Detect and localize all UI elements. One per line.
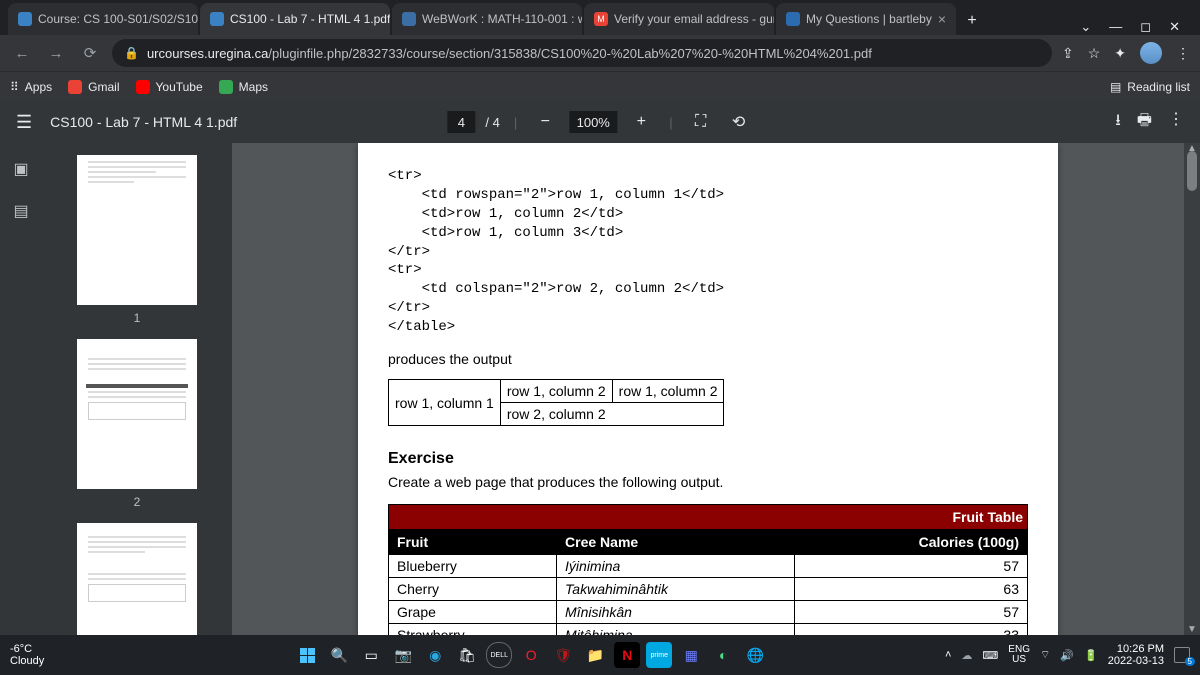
produces-text: produces the output xyxy=(388,351,1028,367)
share-icon[interactable]: ⇪ xyxy=(1062,45,1074,62)
profile-avatar[interactable] xyxy=(1140,42,1162,64)
apps-grid-icon: ⠿ xyxy=(10,80,19,94)
prime-icon[interactable]: prime xyxy=(646,642,672,668)
zoom-input[interactable] xyxy=(569,111,617,133)
left-rail: ▣ ▤ xyxy=(0,143,42,635)
bookmark-maps[interactable]: Maps xyxy=(219,80,268,94)
download-icon[interactable]: ⭳ xyxy=(1115,109,1121,136)
page-total: / 4 xyxy=(485,115,499,130)
star-icon[interactable]: ☆ xyxy=(1088,45,1101,62)
pdf-title: CS100 - Lab 7 - HTML 4 1.pdf xyxy=(50,114,237,130)
table-row: BlueberryIýinimina57 xyxy=(389,555,1028,578)
keyboard-icon[interactable]: ⌨ xyxy=(982,649,998,662)
explorer-icon[interactable]: 📁 xyxy=(582,642,608,668)
chrome-icon[interactable]: 🌐 xyxy=(742,642,768,668)
netflix-icon[interactable]: N xyxy=(614,642,640,668)
page-input[interactable] xyxy=(447,111,475,133)
print-icon[interactable]: 🖶 xyxy=(1137,109,1152,136)
pdf-page: <tr> <td rowspan="2">row 1, column 1</td… xyxy=(358,143,1058,635)
extensions-icon[interactable]: ✦ xyxy=(1114,45,1126,62)
dell-icon[interactable]: DELL xyxy=(486,642,512,668)
bookmark-youtube[interactable]: YouTube xyxy=(136,80,203,94)
app-icon-2[interactable]: ◐ xyxy=(710,642,736,668)
table-row: StrawberryMitêhimina33 xyxy=(389,624,1028,635)
thumbnail-panel[interactable]: 1 2 3 4 xyxy=(42,143,232,635)
tab-webwork[interactable]: WeBWorK : MATH-110-001 : wee× xyxy=(392,3,582,35)
clock[interactable]: 10:26 PM2022-03-13 xyxy=(1108,643,1164,667)
mcafee-icon[interactable]: 🛡 xyxy=(550,642,576,668)
task-view-icon[interactable]: ▭ xyxy=(358,642,384,668)
onedrive-icon[interactable]: ☁ xyxy=(961,649,972,662)
menu-icon[interactable]: ☰ xyxy=(16,112,32,133)
battery-icon[interactable]: 🔋 xyxy=(1084,649,1098,662)
apps-button[interactable]: ⠿Apps xyxy=(10,80,52,94)
pdf-viewer: ▣ ▤ 1 2 3 4 <tr> <td rowspan="2">row 1, … xyxy=(0,143,1200,635)
address-bar: ← → ⟳ 🔒 urcourses.uregina.ca/pluginfile.… xyxy=(0,35,1200,71)
volume-icon[interactable]: 🔊 xyxy=(1060,649,1074,662)
taskbar: -6°C Cloudy 🔍 ▭ 📷 ◉ 🛍 DELL O 🛡 📁 N prime… xyxy=(0,635,1200,675)
start-button[interactable] xyxy=(294,642,320,668)
code-block: <tr> <td rowspan="2">row 1, column 1</td… xyxy=(388,167,1028,337)
maximize-icon[interactable]: ◻ xyxy=(1140,19,1151,35)
app-icon[interactable]: ▦ xyxy=(678,642,704,668)
tab-bartleby[interactable]: My Questions | bartleby× xyxy=(776,3,956,35)
back-button[interactable]: ← xyxy=(10,45,34,62)
weather-widget[interactable]: -6°C Cloudy xyxy=(10,643,44,667)
tab-pdf[interactable]: CS100 - Lab 7 - HTML 4 1.pdf× xyxy=(200,3,390,35)
forward-button[interactable]: → xyxy=(44,45,68,62)
exercise-text: Create a web page that produces the foll… xyxy=(388,474,1028,490)
kebab-menu-icon[interactable]: ⋮ xyxy=(1176,45,1190,62)
pdf-toolbar: ☰ CS100 - Lab 7 - HTML 4 1.pdf / 4 | − +… xyxy=(0,101,1200,143)
fit-page-icon[interactable]: ⛶ xyxy=(687,108,715,136)
wifi-icon[interactable]: ⌔ xyxy=(1040,648,1050,662)
rotate-icon[interactable]: ⟲ xyxy=(725,108,753,136)
thumbnail-1[interactable] xyxy=(77,155,197,305)
outline-icon[interactable]: ▤ xyxy=(11,201,31,221)
new-tab-button[interactable]: + xyxy=(958,7,986,35)
table-row: GrapeMînisihkân57 xyxy=(389,601,1028,624)
browser-tab-strip: Course: CS 100-S01/S02/S10 (W× CS100 - L… xyxy=(0,0,1200,35)
search-icon[interactable]: 🔍 xyxy=(326,642,352,668)
thumbnails-icon[interactable]: ▣ xyxy=(11,159,31,179)
minimize-icon[interactable]: — xyxy=(1109,19,1122,35)
chevron-up-icon[interactable]: ˄ xyxy=(945,649,951,661)
fruit-table: Fruit Table FruitCree NameCalories (100g… xyxy=(388,504,1028,635)
bookmarks-bar: ⠿Apps Gmail YouTube Maps ▤Reading list xyxy=(0,71,1200,101)
list-icon: ▤ xyxy=(1110,80,1121,94)
page-area[interactable]: <tr> <td rowspan="2">row 1, column 1</td… xyxy=(232,143,1184,635)
thumbnail-2[interactable] xyxy=(77,339,197,489)
close-window-icon[interactable]: ✕ xyxy=(1169,19,1180,35)
table-row: CherryTakwahiminâhtik63 xyxy=(389,578,1028,601)
url-input[interactable]: 🔒 urcourses.uregina.ca/pluginfile.php/28… xyxy=(112,39,1052,67)
more-icon[interactable]: ⋮ xyxy=(1168,109,1184,136)
chevron-down-icon[interactable]: ⌄ xyxy=(1080,19,1091,35)
exercise-heading: Exercise xyxy=(388,450,1028,468)
thumbnail-3[interactable] xyxy=(77,523,197,635)
output-table: row 1, column 1row 1, column 2row 1, col… xyxy=(388,379,724,426)
zoom-out-button[interactable]: − xyxy=(531,108,559,136)
scrollbar[interactable]: ▲ ▼ xyxy=(1184,143,1200,635)
notifications-icon[interactable] xyxy=(1174,647,1190,663)
tab-course[interactable]: Course: CS 100-S01/S02/S10 (W× xyxy=(8,3,198,35)
reload-button[interactable]: ⟳ xyxy=(78,44,102,62)
opera-icon[interactable]: O xyxy=(518,642,544,668)
tab-verify-email[interactable]: MVerify your email address - gurn× xyxy=(584,3,774,35)
lock-icon: 🔒 xyxy=(124,46,139,60)
reading-list-button[interactable]: ▤Reading list xyxy=(1110,80,1190,94)
language-switcher[interactable]: ENGUS xyxy=(1008,645,1030,665)
close-icon[interactable]: × xyxy=(938,11,946,27)
edge-icon[interactable]: ◉ xyxy=(422,642,448,668)
bookmark-gmail[interactable]: Gmail xyxy=(68,80,119,94)
camera-icon[interactable]: 📷 xyxy=(390,642,416,668)
store-icon[interactable]: 🛍 xyxy=(454,642,480,668)
zoom-in-button[interactable]: + xyxy=(627,108,655,136)
